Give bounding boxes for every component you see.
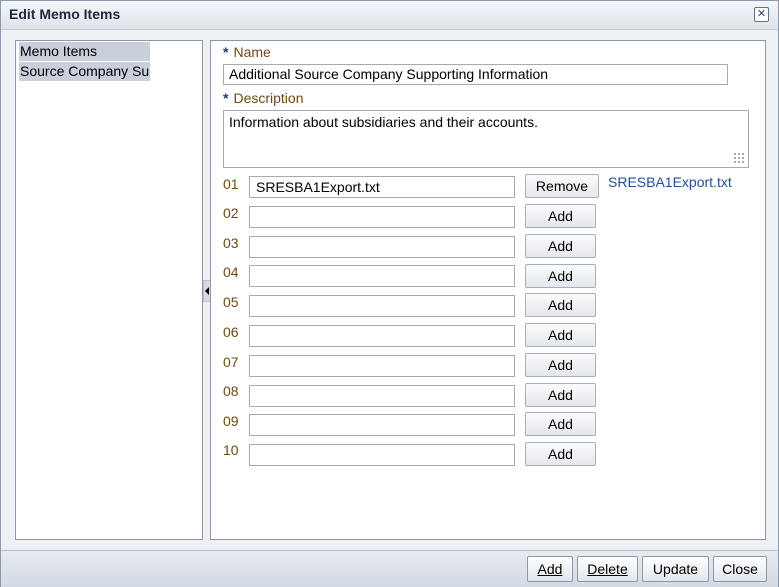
name-input[interactable]: Additional Source Company Supporting Inf… [223, 64, 728, 85]
update-button[interactable]: Update [642, 556, 709, 582]
remove-attachment-button[interactable]: Remove [525, 174, 599, 198]
collapse-left-icon[interactable] [205, 287, 209, 295]
description-label: * Description [223, 90, 304, 106]
attachment-number: 04 [223, 264, 239, 280]
tree-item-source-company[interactable]: Source Company Sup [19, 62, 150, 81]
attachment-file-field[interactable] [249, 206, 515, 228]
add-attachment-button[interactable]: Add [525, 264, 596, 288]
dialog-footer: Add Delete Update Close [1, 550, 778, 587]
add-attachment-button[interactable]: Add [525, 293, 596, 317]
attachment-file-field[interactable] [249, 444, 515, 466]
attachment-file-field[interactable] [249, 414, 515, 436]
add-attachment-button[interactable]: Add [525, 204, 596, 228]
attachment-file-field[interactable] [249, 295, 515, 317]
add-attachment-button[interactable]: Add [525, 234, 596, 258]
attachment-link[interactable]: SRESBA1Export.txt [608, 174, 732, 190]
description-text: Information about subsidiaries and their… [229, 114, 538, 130]
attachment-file-field[interactable] [249, 385, 515, 407]
add-attachment-button[interactable]: Add [525, 353, 596, 377]
title-bar[interactable]: Edit Memo Items ✕ [1, 1, 778, 30]
dialog-content: Memo Items Source Company Sup * Name Addi… [1, 30, 778, 550]
add-attachment-button[interactable]: Add [525, 442, 596, 466]
attachment-file-field[interactable] [249, 265, 515, 287]
add-attachment-button[interactable]: Add [525, 412, 596, 436]
required-marker: * [223, 44, 229, 60]
attachment-number: 06 [223, 324, 239, 340]
attachment-number: 03 [223, 235, 239, 251]
memo-item-editor: * Name Additional Source Company Supporti… [210, 40, 766, 540]
attachment-file-field[interactable] [249, 236, 515, 258]
add-attachment-button[interactable]: Add [525, 323, 596, 347]
delete-button[interactable]: Delete [577, 556, 638, 582]
attachment-number: 08 [223, 383, 239, 399]
attachment-file-field[interactable] [249, 325, 515, 347]
required-marker: * [223, 90, 229, 106]
name-label: * Name [223, 44, 271, 60]
dialog-title: Edit Memo Items [9, 6, 121, 22]
close-button[interactable]: Close [713, 556, 767, 582]
memo-items-tree: Memo Items Source Company Sup [15, 40, 203, 540]
attachment-file-field[interactable]: SRESBA1Export.txt [249, 176, 515, 198]
resize-grip-icon[interactable] [733, 152, 745, 164]
attachment-number: 07 [223, 354, 239, 370]
edit-memo-items-dialog: Edit Memo Items ✕ Memo Items Source Comp… [0, 0, 779, 587]
add-attachment-button[interactable]: Add [525, 383, 596, 407]
attachment-number: 09 [223, 413, 239, 429]
attachment-number: 10 [223, 442, 239, 458]
attachment-number: 01 [223, 176, 239, 192]
attachment-number: 02 [223, 205, 239, 221]
close-icon[interactable]: ✕ [754, 7, 769, 22]
tree-item-memo-items[interactable]: Memo Items [19, 42, 150, 61]
attachment-number: 05 [223, 294, 239, 310]
description-textarea[interactable]: Information about subsidiaries and their… [223, 110, 749, 168]
add-button[interactable]: Add [527, 556, 573, 582]
attachment-file-field[interactable] [249, 355, 515, 377]
